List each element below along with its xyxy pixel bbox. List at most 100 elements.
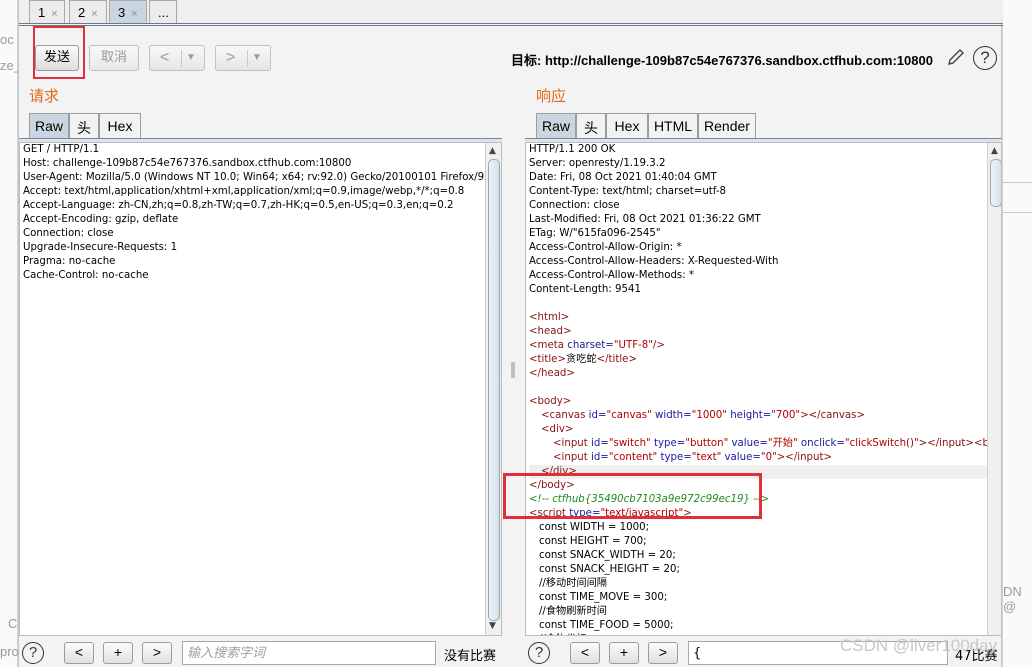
tab-new[interactable]: ... [149, 0, 177, 24]
code-line: Content-Length: 9541 [529, 283, 1001, 297]
scrollbar-thumb[interactable] [990, 159, 1001, 207]
code-line: <div> [529, 423, 1001, 437]
tab-label: 1 [38, 5, 46, 20]
search-add-button[interactable]: + [103, 642, 133, 664]
flag-highlight-box [503, 473, 762, 519]
close-icon[interactable]: × [131, 8, 137, 20]
code-token: <input [553, 438, 588, 449]
response-tab-render[interactable]: Render [698, 113, 756, 139]
cancel-button[interactable]: 取消 [89, 45, 139, 71]
search-next-button[interactable]: > [648, 642, 678, 664]
chevron-right-icon: > [226, 49, 236, 66]
code-line: <canvas id="canvas" width="1000" height=… [529, 409, 1001, 423]
tab-bar: 1 × 2 × 3 × ... [19, 0, 1003, 26]
code-line: <html> [529, 311, 1001, 325]
tab-2[interactable]: 2 × [69, 0, 107, 24]
background-text-fragment: C [8, 616, 18, 631]
forward-button[interactable]: > ▼ [215, 45, 271, 71]
code-token: "button" [685, 438, 729, 449]
code-token: onclick= [800, 438, 845, 449]
target-url: 目标: http://challenge-109b87c54e767376.sa… [511, 53, 933, 68]
code-line: const SNACK_HEIGHT = 20; [529, 563, 1001, 577]
code-line: <meta charset="UTF-8"/> [529, 339, 1001, 353]
request-tab-headers[interactable]: 头 [69, 113, 99, 139]
search-prev-button[interactable]: < [570, 642, 600, 664]
script-line: const SNACK_HEIGHT = 20; [539, 564, 680, 575]
request-line: Connection: close [23, 228, 114, 239]
scrollbar-thumb[interactable] [488, 159, 500, 621]
close-icon[interactable]: × [51, 8, 57, 20]
code-token: charset [567, 340, 606, 351]
request-line: Pragma: no-cache [23, 256, 116, 267]
code-token: "text" [691, 452, 722, 463]
back-button[interactable]: < ▼ [149, 45, 205, 71]
response-header-line: Access-Control-Allow-Origin: * [529, 242, 682, 253]
background-text-fragment: DN @ [1003, 584, 1022, 614]
request-text: GET / HTTP/1.1 Host: challenge-109b87c54e… [23, 143, 500, 283]
tab-bar-underline [19, 23, 1003, 26]
request-tab-raw[interactable]: Raw [29, 113, 69, 139]
code-token: id= [591, 452, 609, 463]
response-scrollbar[interactable]: ▲ [987, 143, 1001, 635]
code-token: </title> [596, 354, 637, 365]
request-line: Accept-Language: zh-CN,zh;q=0.8,zh-TW;q=… [23, 200, 454, 211]
panel-splitter[interactable] [511, 362, 515, 378]
tab-label: ... [158, 5, 169, 20]
code-line: const TIME_FOOD = 5000; [529, 619, 1001, 633]
code-token: width= [655, 410, 692, 421]
code-line: //食物刷新时间 [529, 605, 1001, 619]
request-search-input[interactable] [182, 641, 436, 665]
scroll-down-icon[interactable]: ▼ [489, 621, 496, 631]
help-icon[interactable]: ? [22, 642, 44, 664]
code-line: <input id="switch" type="button" value="… [529, 437, 1001, 451]
background-window-right [1002, 0, 1032, 667]
response-header-line: Date: Fri, 08 Oct 2021 01:40:04 GMT [529, 172, 717, 183]
code-line: const TIME_MOVE = 300; [529, 591, 1001, 605]
help-icon[interactable]: ? [973, 46, 997, 70]
tab-3[interactable]: 3 × [109, 0, 147, 24]
code-line: //移动时间间隔 [529, 577, 1001, 591]
pencil-icon[interactable] [945, 46, 967, 68]
scroll-up-icon[interactable]: ▲ [489, 146, 496, 156]
response-tab-html[interactable]: HTML [648, 113, 698, 139]
code-line: Access-Control-Allow-Headers: X-Requeste… [529, 255, 1001, 269]
request-tab-hex[interactable]: Hex [99, 113, 141, 139]
code-line: Host: challenge-109b87c54e767376.sandbox… [23, 157, 500, 171]
code-line: Connection: close [529, 199, 1001, 213]
code-token: id= [588, 410, 607, 421]
script-line: const SNACK_WIDTH = 20; [539, 550, 676, 561]
request-editor[interactable]: GET / HTTP/1.1 Host: challenge-109b87c54e… [19, 142, 502, 636]
code-line: const SNACK_WIDTH = 20; [529, 549, 1001, 563]
code-line: <input id="content" type="text" value="0… [529, 451, 1001, 465]
background-divider [1003, 182, 1032, 183]
response-tab-raw[interactable]: Raw [536, 113, 576, 139]
response-editor[interactable]: HTTP/1.1 200 OK Server: openresty/1.19.3.… [525, 142, 1002, 636]
code-token: "开始" [767, 438, 798, 449]
code-line: <body> [529, 395, 1001, 409]
response-header-line: HTTP/1.1 200 OK [529, 144, 616, 155]
request-line: User-Agent: Mozilla/5.0 (Windows NT 10.0… [23, 172, 501, 183]
help-icon[interactable]: ? [528, 642, 550, 664]
search-next-button[interactable]: > [142, 642, 172, 664]
tab-1[interactable]: 1 × [29, 0, 65, 24]
request-scrollbar[interactable]: ▲ ▼ [485, 143, 501, 635]
search-prev-button[interactable]: < [64, 642, 94, 664]
code-token: id= [591, 438, 609, 449]
scroll-up-icon[interactable]: ▲ [991, 146, 998, 156]
search-add-button[interactable]: + [609, 642, 639, 664]
response-tab-headers[interactable]: 头 [576, 113, 606, 139]
response-tab-hex[interactable]: Hex [606, 113, 648, 139]
code-token: value= [724, 452, 761, 463]
close-icon[interactable]: × [91, 8, 97, 20]
chevron-down-icon[interactable]: ▼ [186, 52, 196, 63]
script-line: //食物坐标 [539, 634, 587, 635]
code-line: GET / HTTP/1.1 [23, 143, 500, 157]
response-header-line: Content-Type: text/html; charset=utf-8 [529, 186, 726, 197]
code-token: <body> [529, 396, 572, 407]
chevron-down-icon[interactable]: ▼ [252, 52, 262, 63]
code-line: Access-Control-Allow-Origin: * [529, 241, 1001, 255]
script-line: //食物刷新时间 [539, 606, 607, 617]
response-header-line: Access-Control-Allow-Methods: * [529, 270, 694, 281]
code-line: HTTP/1.1 200 OK [529, 143, 1001, 157]
code-line: Content-Type: text/html; charset=utf-8 [529, 185, 1001, 199]
